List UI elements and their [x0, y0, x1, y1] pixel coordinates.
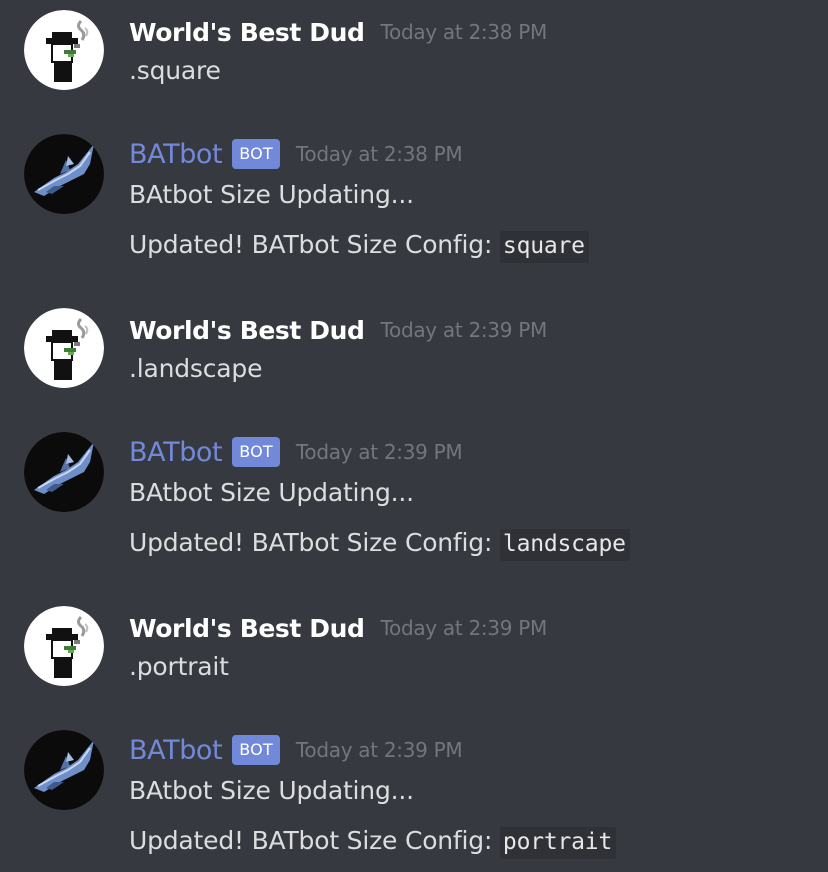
bat-avatar[interactable]	[24, 730, 104, 810]
inline-code: portrait	[499, 827, 617, 859]
message-text: Updated! BATbot Size Config: landscape	[129, 528, 630, 561]
config-prefix: Updated! BATbot Size Config:	[129, 528, 500, 557]
bat-avatar-icon	[24, 432, 104, 512]
username[interactable]: World's Best Dud	[129, 316, 365, 345]
timestamp[interactable]: Today at 2:39 PM	[380, 616, 547, 640]
message-text: BAtbot Size Updating...	[129, 776, 414, 805]
timestamp[interactable]: Today at 2:39 PM	[296, 440, 463, 464]
timestamp[interactable]: Today at 2:38 PM	[296, 142, 463, 166]
hat-smoker-avatar[interactable]	[24, 606, 104, 686]
timestamp[interactable]: Today at 2:38 PM	[380, 20, 547, 44]
message-text: .landscape	[129, 354, 263, 383]
message-header: World's Best Dud Today at 2:39 PM	[129, 310, 547, 350]
chat-messages-pane: World's Best Dud Today at 2:38 PM .squar…	[0, 0, 828, 872]
message-text: .portrait	[129, 652, 229, 681]
message-header: World's Best Dud Today at 2:38 PM	[129, 12, 547, 52]
message-text: BAtbot Size Updating...	[129, 478, 414, 507]
username[interactable]: BATbot	[129, 735, 223, 766]
hat-smoker-avatar-icon	[24, 606, 104, 686]
inline-code: landscape	[499, 529, 630, 561]
timestamp[interactable]: Today at 2:39 PM	[380, 318, 547, 342]
username[interactable]: BATbot	[129, 139, 223, 170]
username[interactable]: BATbot	[129, 437, 223, 468]
username[interactable]: World's Best Dud	[129, 614, 365, 643]
message-header: BATbot BOT Today at 2:39 PM	[129, 432, 463, 472]
bat-avatar-icon	[24, 134, 104, 214]
bat-avatar[interactable]	[24, 432, 104, 512]
config-prefix: Updated! BATbot Size Config:	[129, 826, 500, 855]
username[interactable]: World's Best Dud	[129, 18, 365, 47]
bot-tag-badge: BOT	[232, 735, 280, 765]
message-header: BATbot BOT Today at 2:38 PM	[129, 134, 463, 174]
message-header: BATbot BOT Today at 2:39 PM	[129, 730, 463, 770]
hat-smoker-avatar-icon	[24, 10, 104, 90]
hat-smoker-avatar[interactable]	[24, 308, 104, 388]
message-text: Updated! BATbot Size Config: portrait	[129, 826, 617, 859]
inline-code: square	[499, 231, 589, 263]
message-text: Updated! BATbot Size Config: square	[129, 230, 589, 263]
hat-smoker-avatar[interactable]	[24, 10, 104, 90]
config-prefix: Updated! BATbot Size Config:	[129, 230, 500, 259]
bat-avatar[interactable]	[24, 134, 104, 214]
timestamp[interactable]: Today at 2:39 PM	[296, 738, 463, 762]
message-header: World's Best Dud Today at 2:39 PM	[129, 608, 547, 648]
hat-smoker-avatar-icon	[24, 308, 104, 388]
message-text: .square	[129, 56, 221, 85]
message-text: BAtbot Size Updating...	[129, 180, 414, 209]
bot-tag-badge: BOT	[232, 437, 280, 467]
bat-avatar-icon	[24, 730, 104, 810]
bot-tag-badge: BOT	[232, 139, 280, 169]
